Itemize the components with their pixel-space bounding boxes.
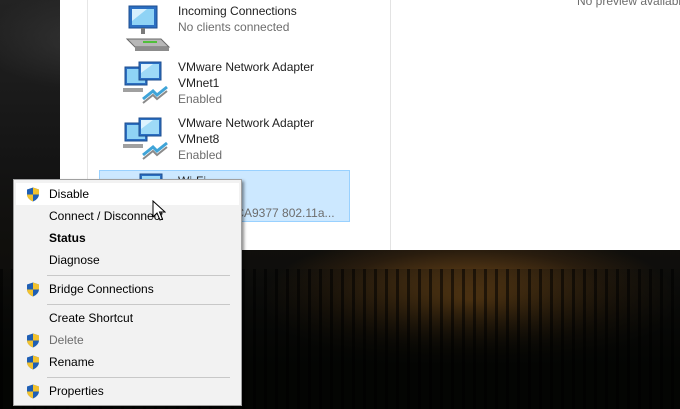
- menu-item-label: Status: [49, 231, 86, 245]
- network-adapter-icon: [123, 117, 168, 160]
- menu-item-status[interactable]: Status: [16, 227, 239, 249]
- adapter-incoming-connections[interactable]: Incoming Connections No clients connecte…: [99, 3, 337, 55]
- uac-shield-icon: [27, 384, 39, 399]
- menu-item-create-shortcut[interactable]: Create Shortcut: [16, 307, 239, 329]
- menu-item-label: Delete: [49, 333, 84, 347]
- menu-separator: [47, 377, 230, 378]
- menu-item-connect-disconnect[interactable]: Connect / Disconnect: [16, 205, 239, 227]
- menu-item-label: Properties: [49, 384, 104, 398]
- adapter-text: VMware Network Adapter VMnet8 Enabled: [178, 115, 314, 163]
- adapter-name-line2: VMnet8: [178, 132, 220, 146]
- menu-item-label: Create Shortcut: [49, 311, 134, 325]
- menu-item-diagnose[interactable]: Diagnose: [16, 249, 239, 271]
- adapter-vmnet8[interactable]: VMware Network Adapter VMnet8 Enabled: [99, 115, 337, 167]
- adapter-status: Enabled: [178, 148, 223, 162]
- menu-item-disable[interactable]: Disable: [16, 183, 239, 205]
- adapter-name-line2: VMnet1: [178, 76, 220, 90]
- menu-item-label: Bridge Connections: [49, 282, 154, 296]
- menu-separator: [47, 304, 230, 305]
- menu-item-label: Disable: [49, 187, 90, 201]
- menu-item-rename[interactable]: Rename: [16, 351, 239, 373]
- adapter-status: No clients connected: [178, 20, 290, 34]
- menu-separator: [47, 275, 230, 276]
- network-adapter-icon: [123, 61, 168, 104]
- adapter-status: QCA9377 802.11a...: [226, 206, 335, 220]
- adapter-name: Incoming Connections: [178, 4, 297, 18]
- adapter-status: Enabled: [178, 92, 223, 106]
- adapter-vmnet1[interactable]: VMware Network Adapter VMnet1 Enabled: [99, 59, 337, 111]
- uac-shield-icon: [27, 333, 39, 348]
- mouse-cursor-icon: [152, 200, 166, 221]
- menu-item-label: Diagnose: [49, 253, 100, 267]
- uac-shield-icon: [27, 187, 39, 202]
- adapter-name: VMware Network Adapter: [178, 116, 315, 130]
- adapter-text: VMware Network Adapter VMnet1 Enabled: [178, 59, 314, 107]
- preview-message: No preview available: [577, 0, 680, 8]
- menu-item-label: Connect / Disconnect: [49, 209, 164, 223]
- adapter-text: Incoming Connections No clients connecte…: [178, 3, 297, 35]
- menu-item-delete[interactable]: Delete: [16, 329, 239, 351]
- menu-item-label: Rename: [49, 355, 95, 369]
- menu-item-bridge-connections[interactable]: Bridge Connections: [16, 278, 239, 300]
- adapter-name: VMware Network Adapter: [178, 60, 315, 74]
- uac-shield-icon: [27, 355, 39, 370]
- menu-item-properties[interactable]: Properties: [16, 380, 239, 402]
- context-menu: Disable Connect / Disconnect Status Diag…: [13, 179, 242, 406]
- uac-shield-icon: [27, 282, 39, 297]
- incoming-connections-icon: [125, 5, 171, 51]
- preview-pane: No preview available: [391, 0, 680, 250]
